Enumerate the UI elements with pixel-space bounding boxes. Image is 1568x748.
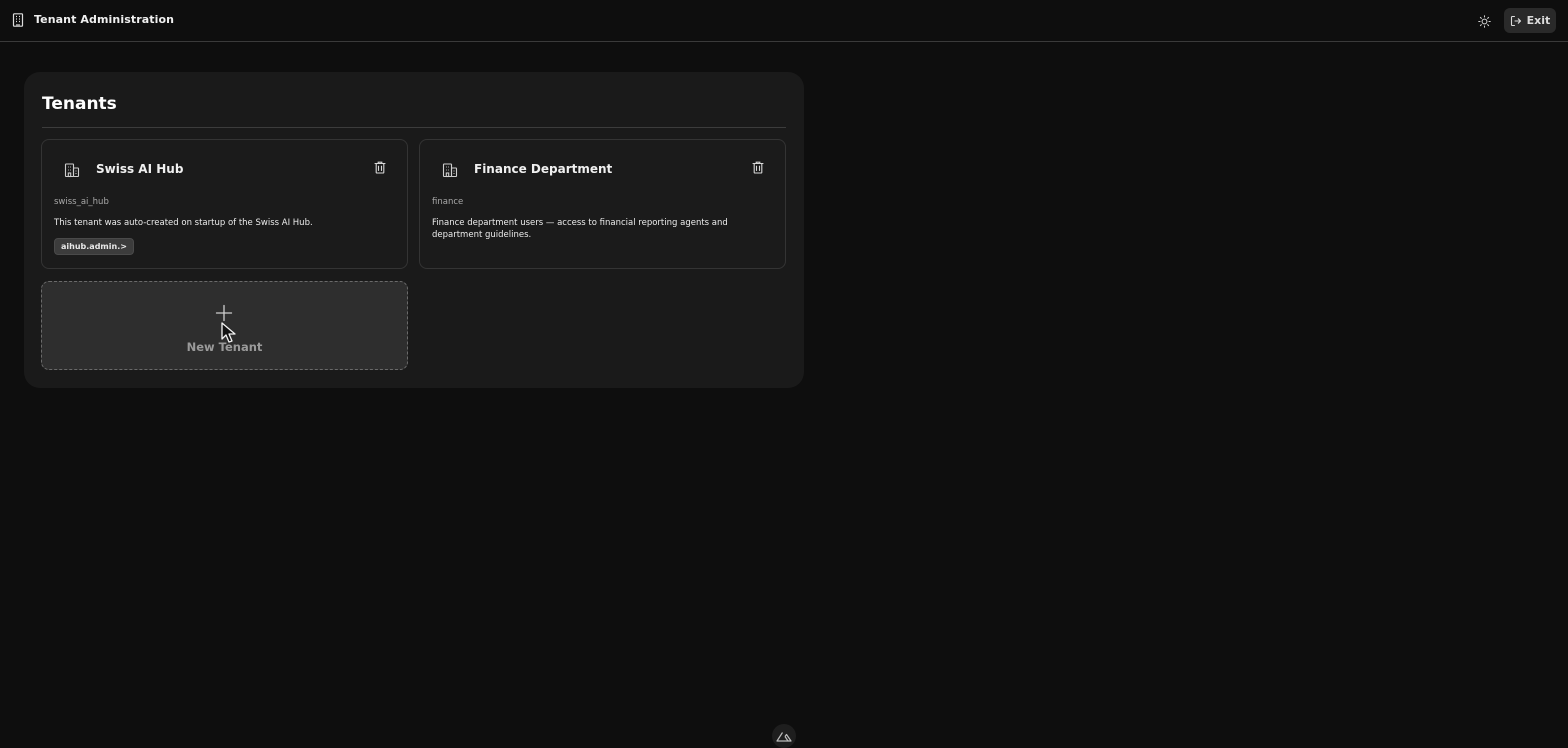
app-title: Tenant Administration: [34, 13, 175, 26]
tenant-card-swiss-ai-hub[interactable]: Swiss AI Hub swiss_ai_hub This tenant wa…: [41, 139, 408, 269]
tenants-panel: Tenants Swiss AI Hub swiss_ai_hub This t…: [24, 72, 804, 388]
nuxt-logo-icon: [776, 732, 792, 742]
tenant-tag-badge: aihub.admin.>: [54, 238, 134, 255]
tenant-description: This tenant was auto-created on startup …: [54, 218, 313, 228]
tenant-card-finance-department[interactable]: Finance Department finance Finance depar…: [419, 139, 786, 269]
plus-icon: [215, 304, 233, 322]
mouse-cursor-icon: [221, 322, 236, 343]
trash-icon: [752, 161, 764, 174]
building-icon: [64, 163, 80, 178]
tenant-slug: swiss_ai_hub: [54, 197, 109, 207]
building-icon: [12, 13, 24, 27]
tenant-description: Finance department users — access to fin…: [432, 218, 728, 240]
building-icon: [442, 163, 458, 178]
trash-icon: [374, 161, 386, 174]
theme-toggle-button[interactable]: [1474, 11, 1494, 31]
page-title: Tenants: [42, 94, 117, 114]
top-bar: Tenant Administration Exit: [0, 0, 1568, 42]
tenant-name: Finance Department: [474, 162, 613, 176]
tenant-name: Swiss AI Hub: [96, 162, 184, 176]
exit-label: Exit: [1526, 14, 1551, 27]
delete-tenant-button[interactable]: [751, 159, 765, 175]
exit-button[interactable]: Exit: [1504, 8, 1556, 33]
sun-icon: [1477, 14, 1491, 28]
logout-icon: [1510, 15, 1521, 26]
tenant-slug: finance: [432, 197, 464, 207]
footer-logo: [772, 724, 796, 748]
divider: [42, 127, 786, 128]
delete-tenant-button[interactable]: [373, 159, 387, 175]
